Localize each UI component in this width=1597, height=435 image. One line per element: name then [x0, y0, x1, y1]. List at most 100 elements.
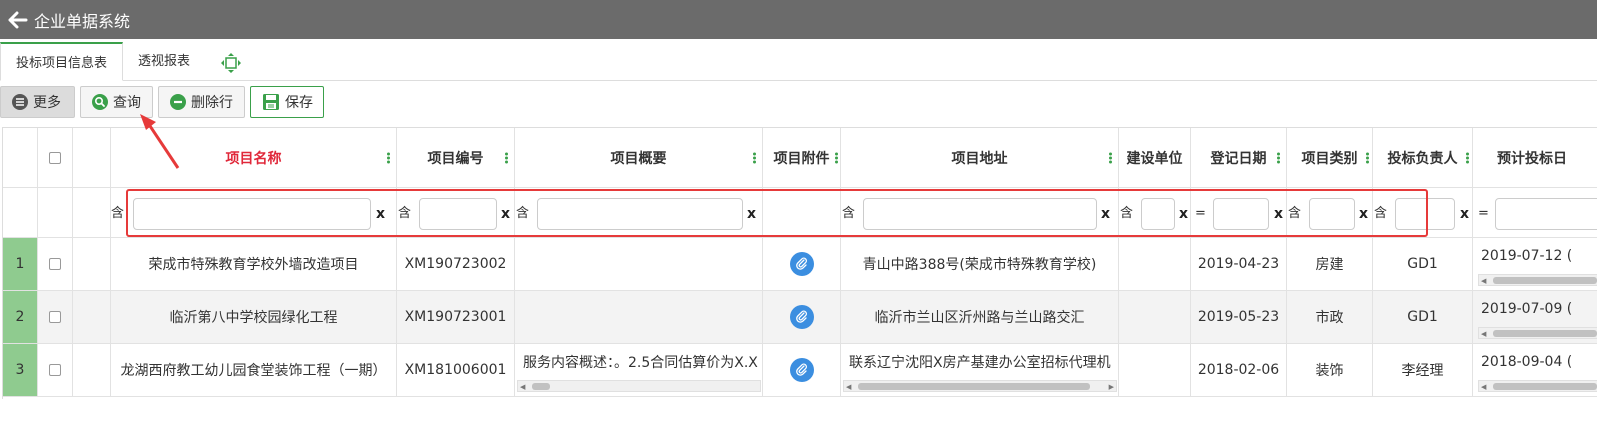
clear-filter-icon[interactable]: x	[1460, 188, 1469, 237]
save-button[interactable]: 保存	[250, 86, 324, 118]
filter-project-no: 含 x	[397, 188, 515, 238]
column-menu-icon[interactable]	[1466, 151, 1469, 164]
cell-owner[interactable]: 李经理	[1373, 344, 1473, 397]
cell-builder[interactable]	[1119, 238, 1191, 291]
cell-scrollbar[interactable]: ◀ ▶	[843, 380, 1117, 392]
row-select	[38, 291, 73, 344]
column-menu-icon[interactable]	[1109, 151, 1112, 164]
cell-reg-date[interactable]: 2018-02-06	[1191, 344, 1287, 397]
cell-address[interactable]: 临沂市兰山区沂州路与兰山路交汇	[841, 291, 1119, 344]
cell-project-name[interactable]: 临沂第八中学校园绿化工程	[111, 291, 397, 344]
clear-filter-icon[interactable]: x	[376, 188, 385, 237]
cell-owner[interactable]: GD1	[1373, 291, 1473, 344]
cell-builder[interactable]	[1119, 344, 1191, 397]
header-attachment[interactable]: 项目附件	[763, 128, 841, 188]
cell-attachment[interactable]	[763, 344, 841, 397]
header-bid-date[interactable]: 预计投标日	[1473, 128, 1597, 188]
cell-project-no[interactable]: XM190723002	[397, 238, 515, 291]
cell-project-name[interactable]: 荣成市特殊教育学校外墙改造项目	[111, 238, 397, 291]
header-summary[interactable]: 项目概要	[515, 128, 763, 188]
cell-builder[interactable]	[1119, 291, 1191, 344]
filter-op-label[interactable]: 含	[516, 188, 529, 237]
clear-filter-icon[interactable]: x	[501, 188, 510, 237]
paperclip-icon[interactable]	[789, 358, 814, 382]
cell-category[interactable]: 装饰	[1287, 344, 1373, 397]
tab-pivot-report[interactable]: 透视报表	[138, 42, 190, 81]
row-checkbox[interactable]	[49, 258, 61, 270]
cell-summary[interactable]	[515, 291, 763, 344]
cell-scrollbar[interactable]: ◀	[1478, 274, 1597, 286]
filter-op-label[interactable]: =	[1478, 188, 1489, 237]
filter-op-label[interactable]: 含	[1120, 188, 1133, 237]
column-menu-icon[interactable]	[1366, 151, 1369, 164]
row-checkbox[interactable]	[49, 311, 61, 323]
cell-project-no[interactable]: XM190723001	[397, 291, 515, 344]
filter-summary: 含 x	[515, 188, 763, 238]
paperclip-icon[interactable]	[789, 305, 814, 329]
category-filter-input[interactable]	[1309, 198, 1355, 230]
search-icon	[92, 94, 108, 110]
header-reg-date[interactable]: 登记日期	[1191, 128, 1287, 188]
filter-op-label[interactable]: 含	[111, 188, 124, 237]
cell-attachment[interactable]	[763, 238, 841, 291]
project-name-filter-input[interactable]	[133, 198, 371, 230]
header-builder[interactable]: 建设单位	[1119, 128, 1191, 188]
address-filter-input[interactable]	[863, 198, 1097, 230]
filter-op-label[interactable]: 含	[1374, 188, 1387, 237]
header-category[interactable]: 项目类别	[1287, 128, 1373, 188]
cell-project-no[interactable]: XM181006001	[397, 344, 515, 397]
cell-reg-date[interactable]: 2019-04-23	[1191, 238, 1287, 291]
annotation-arrow-icon	[140, 114, 180, 169]
column-menu-icon[interactable]	[387, 151, 390, 164]
cell-project-name[interactable]: 龙湖西府教工幼儿园食堂装饰工程（一期）	[111, 344, 397, 397]
summary-filter-input[interactable]	[537, 198, 743, 230]
column-menu-icon[interactable]	[835, 151, 838, 164]
header-address[interactable]: 项目地址	[841, 128, 1119, 188]
filter-project-name: 含 x	[111, 188, 397, 238]
select-all-checkbox[interactable]	[49, 151, 61, 164]
save-label: 保存	[285, 95, 313, 111]
owner-filter-input[interactable]	[1395, 198, 1455, 230]
data-grid: 项目名称 项目编号 项目概要 项目附件 项目地址 建设单位 登记日期 项目类别 …	[2, 127, 1597, 399]
clear-filter-icon[interactable]: x	[1101, 188, 1110, 237]
clear-filter-icon[interactable]: x	[747, 188, 756, 237]
cell-scrollbar[interactable]: ◀	[517, 380, 761, 392]
row-checkbox[interactable]	[49, 364, 61, 376]
cell-scrollbar[interactable]: ◀	[1478, 380, 1597, 392]
header-blank	[73, 128, 111, 188]
cell-attachment[interactable]	[763, 291, 841, 344]
cell-category[interactable]: 市政	[1287, 291, 1373, 344]
filter-owner: 含 x	[1373, 188, 1473, 238]
tab-bid-project-info[interactable]: 投标项目信息表	[0, 42, 123, 81]
header-project-no[interactable]: 项目编号	[397, 128, 515, 188]
builder-filter-input[interactable]	[1141, 198, 1175, 230]
cell-category[interactable]: 房建	[1287, 238, 1373, 291]
back-arrow-icon[interactable]	[8, 10, 28, 30]
column-menu-icon[interactable]	[753, 151, 756, 164]
cell-scrollbar[interactable]: ◀	[1478, 327, 1597, 339]
more-button[interactable]: 更多	[0, 86, 75, 118]
move-arrows-icon[interactable]	[220, 52, 242, 74]
more-label: 更多	[33, 95, 61, 111]
filter-op-label[interactable]: 含	[398, 188, 411, 237]
cell-address[interactable]: 青山中路388号(荣成市特殊教育学校)	[841, 238, 1119, 291]
clear-filter-icon[interactable]: x	[1274, 188, 1283, 237]
project-no-filter-input[interactable]	[419, 198, 497, 230]
clear-filter-icon[interactable]: x	[1359, 188, 1368, 237]
delete-row-label: 删除行	[191, 95, 233, 111]
bid-date-filter-input[interactable]	[1495, 198, 1597, 230]
filter-op-label[interactable]: =	[1195, 188, 1206, 237]
row-blank	[73, 238, 111, 291]
column-menu-icon[interactable]	[1277, 151, 1280, 164]
filter-op-label[interactable]: 含	[1288, 188, 1301, 237]
reg-date-filter-input[interactable]	[1213, 198, 1269, 230]
clear-filter-icon[interactable]: x	[1179, 188, 1188, 237]
column-menu-icon[interactable]	[505, 151, 508, 164]
cell-owner[interactable]: GD1	[1373, 238, 1473, 291]
header-rownum	[3, 128, 38, 188]
filter-op-label[interactable]: 含	[842, 188, 855, 237]
cell-summary[interactable]	[515, 238, 763, 291]
paperclip-icon[interactable]	[789, 252, 814, 276]
cell-reg-date[interactable]: 2019-05-23	[1191, 291, 1287, 344]
header-owner[interactable]: 投标负责人	[1373, 128, 1473, 188]
